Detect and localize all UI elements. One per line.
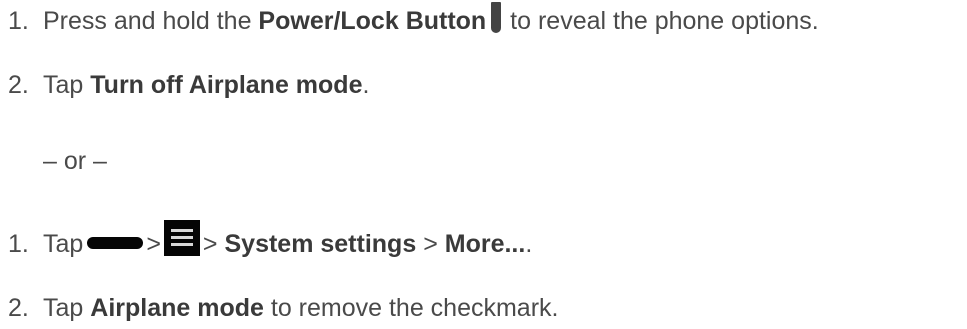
step-text: Tap <box>43 71 91 99</box>
step-system-settings: 1. Tap > > System settings > More.... <box>0 220 532 258</box>
or-separator: – or – <box>43 147 107 175</box>
step-text: . <box>362 71 370 99</box>
step-text: to reveal the phone options. <box>503 7 819 35</box>
step-power-lock: 1. Press and hold the Power/Lock Button t… <box>0 2 819 36</box>
step-number: 2. <box>8 294 29 322</box>
step-number: 1. <box>8 7 29 35</box>
menu-icon <box>163 220 200 256</box>
step-bold: Turn off Airplane mode <box>90 71 363 99</box>
step-separator: > <box>202 230 218 258</box>
step-separator: > <box>146 230 161 258</box>
step-number: 2. <box>8 71 29 99</box>
step-text: . <box>525 230 533 258</box>
step-bold: System settings <box>224 230 417 258</box>
step-text: Tap <box>43 230 84 258</box>
home-button-icon <box>87 237 144 249</box>
power-button-icon <box>491 2 502 33</box>
step-bold: Airplane mode <box>90 294 264 322</box>
step-separator: > <box>423 230 438 258</box>
step-bold: More... <box>444 230 526 258</box>
step-number: 1. <box>8 230 29 258</box>
step-turn-off-airplane: 2. Tap Turn off Airplane mode. <box>0 68 369 102</box>
step-bold: Power/Lock Button <box>258 7 487 35</box>
step-text: Tap <box>43 294 91 322</box>
step-airplane-mode: 2. Tap Airplane mode to remove the checkm… <box>0 291 558 325</box>
step-text: to remove the checkmark. <box>263 294 559 322</box>
step-text: Press and hold the <box>43 7 259 35</box>
